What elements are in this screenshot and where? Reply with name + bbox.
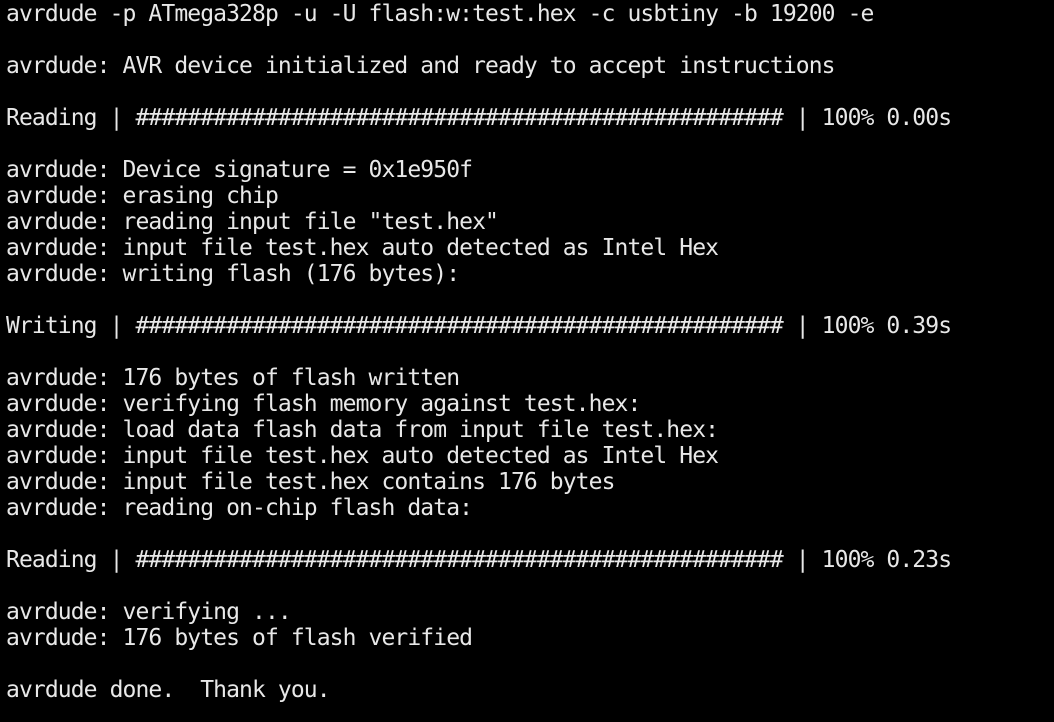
output-line: avrdude: reading on-chip flash data: bbox=[6, 495, 473, 521]
output-line: avrdude: 176 bytes of flash verified bbox=[6, 625, 473, 651]
output-line: avrdude: writing flash (176 bytes): bbox=[6, 261, 460, 287]
output-line: avrdude: verifying ... bbox=[6, 599, 292, 625]
terminal-window[interactable]: avrdude -p ATmega328p -u -U flash:w:test… bbox=[0, 0, 1054, 722]
progress-line-verify-reading: Reading | ##############################… bbox=[6, 547, 952, 573]
output-line: avrdude: input file test.hex auto detect… bbox=[6, 235, 719, 261]
output-line: avrdude: 176 bytes of flash written bbox=[6, 365, 460, 391]
output-line: avrdude: AVR device initialized and read… bbox=[6, 53, 836, 79]
output-line: avrdude: reading input file "test.hex" bbox=[6, 209, 499, 235]
output-line: avrdude: Device signature = 0x1e950f bbox=[6, 157, 473, 183]
command-line: avrdude -p ATmega328p -u -U flash:w:test… bbox=[6, 1, 874, 27]
done-line: avrdude done. Thank you. bbox=[6, 677, 331, 703]
output-line: avrdude: input file test.hex auto detect… bbox=[6, 443, 719, 469]
output-line: avrdude: input file test.hex contains 17… bbox=[6, 469, 615, 495]
progress-line-reading: Reading | ##############################… bbox=[6, 105, 952, 131]
progress-line-writing: Writing | ##############################… bbox=[6, 313, 952, 339]
output-line: avrdude: erasing chip bbox=[6, 183, 279, 209]
output-line: avrdude: load data flash data from input… bbox=[6, 417, 719, 443]
terminal-output: avrdude -p ATmega328p -u -U flash:w:test… bbox=[6, 1, 952, 703]
output-line: avrdude: verifying flash memory against … bbox=[6, 391, 641, 417]
